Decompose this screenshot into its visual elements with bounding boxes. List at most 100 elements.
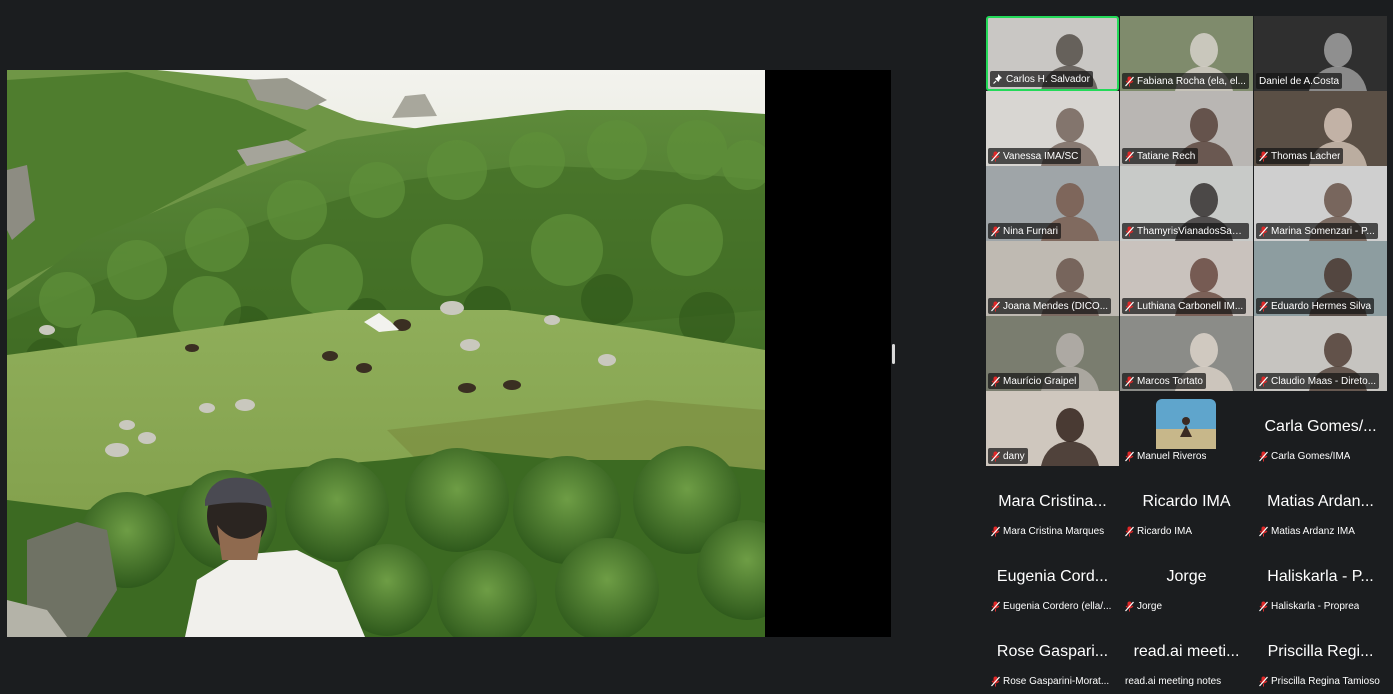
participant-name: Rose Gasparini-Morat... bbox=[1003, 675, 1110, 687]
participant-tile[interactable]: Claudio Maas - Direto... bbox=[1254, 316, 1387, 391]
mic-muted-icon bbox=[1125, 601, 1134, 612]
participant-name-label: Priscilla Regina Tamioso bbox=[1256, 673, 1383, 689]
mic-muted-icon bbox=[1125, 301, 1134, 312]
participant-tile[interactable]: Mara Cristina... Mara Cristina Marques bbox=[986, 466, 1119, 541]
mic-muted-icon bbox=[991, 226, 1000, 237]
mic-muted-icon bbox=[1125, 151, 1134, 162]
participant-tile[interactable]: Nina Furnari bbox=[986, 166, 1119, 241]
participant-tile[interactable]: Rose Gaspari... Rose Gasparini-Morat... bbox=[986, 616, 1119, 691]
participant-name: Claudio Maas - Direto... bbox=[1271, 375, 1377, 387]
participant-name-label: Nina Furnari bbox=[988, 223, 1062, 239]
participant-name-label: Fabiana Rocha (ela, el... bbox=[1122, 73, 1249, 89]
mic-muted-icon bbox=[1259, 526, 1268, 537]
participant-tile[interactable]: ThamyrisVianadosSant... bbox=[1120, 166, 1253, 241]
participant-name: Marina Somenzari - P... bbox=[1271, 225, 1375, 237]
mic-muted-icon bbox=[1259, 451, 1268, 462]
participant-tile[interactable]: Fabiana Rocha (ela, el... bbox=[1120, 16, 1253, 91]
participant-tile[interactable]: Thomas Lacher bbox=[1254, 91, 1387, 166]
participant-tile[interactable]: Manuel Riveros bbox=[1120, 391, 1253, 466]
participant-tile[interactable]: Marcos Tortato bbox=[1120, 316, 1253, 391]
mic-muted-icon bbox=[1125, 226, 1134, 237]
panel-resize-handle[interactable] bbox=[892, 344, 895, 364]
meeting-window: Carlos H. Salvador Fabiana Rocha (ela, el… bbox=[0, 0, 1393, 694]
participant-name-label: Tatiane Rech bbox=[1122, 148, 1199, 164]
participant-display-name: read.ai meeti... bbox=[1133, 643, 1240, 660]
participant-name-label: Manuel Riveros bbox=[1122, 448, 1209, 464]
mic-muted-icon bbox=[1125, 451, 1134, 462]
participant-name-label: Marcos Tortato bbox=[1122, 373, 1206, 389]
mic-muted-icon bbox=[1259, 676, 1268, 687]
participant-tile[interactable]: Ricardo IMA Ricardo IMA bbox=[1120, 466, 1253, 541]
participant-tile[interactable]: Eduardo Hermes Silva bbox=[1254, 241, 1387, 316]
pin-icon bbox=[993, 74, 1003, 84]
participant-tile[interactable]: Priscilla Regi... Priscilla Regina Tamios… bbox=[1254, 616, 1387, 691]
shared-screen[interactable] bbox=[7, 70, 891, 637]
participant-name-label: read.ai meeting notes bbox=[1122, 673, 1224, 689]
participant-name-label: Ricardo IMA bbox=[1122, 523, 1195, 539]
participant-tile[interactable]: Eugenia Cord... Eugenia Cordero (ella/... bbox=[986, 541, 1119, 616]
mic-muted-icon bbox=[1125, 526, 1134, 537]
participant-name: Priscilla Regina Tamioso bbox=[1271, 675, 1380, 687]
participant-tile[interactable]: read.ai meeti... read.ai meeting notes bbox=[1120, 616, 1253, 691]
participant-name: Jorge bbox=[1137, 600, 1163, 612]
participant-display-name: Haliskarla - P... bbox=[1267, 568, 1374, 585]
mic-muted-icon bbox=[991, 301, 1000, 312]
participant-name: Marcos Tortato bbox=[1137, 375, 1203, 387]
participant-name-label: Marina Somenzari - P... bbox=[1256, 223, 1378, 239]
participant-name-label: Luthiana Carbonell IM... bbox=[1122, 298, 1247, 314]
participant-name: Eugenia Cordero (ella/... bbox=[1003, 600, 1112, 612]
participant-name-label: Rose Gasparini-Morat... bbox=[988, 673, 1112, 689]
participant-name: ThamyrisVianadosSant... bbox=[1137, 225, 1246, 237]
participant-display-name: Rose Gaspari... bbox=[996, 643, 1109, 660]
participant-name: Carlos H. Salvador bbox=[1006, 73, 1090, 85]
mic-muted-icon bbox=[1259, 226, 1268, 237]
participant-tile[interactable]: Matias Ardan... Matias Ardanz IMA bbox=[1254, 466, 1387, 541]
participant-name: read.ai meeting notes bbox=[1125, 675, 1222, 687]
participant-name: Thomas Lacher bbox=[1271, 150, 1341, 162]
mic-muted-icon bbox=[1125, 76, 1134, 87]
participant-tile[interactable]: Marina Somenzari - P... bbox=[1254, 166, 1387, 241]
participant-tile[interactable]: Luthiana Carbonell IM... bbox=[1120, 241, 1253, 316]
participant-name-label: Matias Ardanz IMA bbox=[1256, 523, 1358, 539]
participant-tile[interactable]: Haliskarla - P... Haliskarla - Proprea bbox=[1254, 541, 1387, 616]
participant-name-label: Mara Cristina Marques bbox=[988, 523, 1107, 539]
participant-name: Daniel de A.Costa bbox=[1259, 75, 1340, 87]
participant-tile[interactable]: Jorge Jorge bbox=[1120, 541, 1253, 616]
mic-muted-icon bbox=[991, 151, 1000, 162]
participant-name: Ricardo IMA bbox=[1137, 525, 1193, 537]
participant-tile[interactable]: Maurício Graipel bbox=[986, 316, 1119, 391]
participant-display-name: Carla Gomes/... bbox=[1264, 418, 1377, 435]
mic-muted-icon bbox=[1125, 376, 1134, 387]
participant-name: Manuel Riveros bbox=[1137, 450, 1207, 462]
participant-display-name: Mara Cristina... bbox=[998, 493, 1107, 510]
participant-tile[interactable]: Carlos H. Salvador bbox=[986, 16, 1119, 91]
participant-name-label: Daniel de A.Costa bbox=[1256, 73, 1343, 89]
mic-muted-icon bbox=[991, 676, 1000, 687]
mic-muted-icon bbox=[991, 451, 1000, 462]
participant-tile[interactable]: Carla Gomes/... Carla Gomes/IMA bbox=[1254, 391, 1387, 466]
participant-name: Vanessa IMA/SC bbox=[1003, 150, 1079, 162]
mic-muted-icon bbox=[1259, 301, 1268, 312]
participant-name-label: ThamyrisVianadosSant... bbox=[1122, 223, 1249, 239]
participant-name-label: Jorge bbox=[1122, 598, 1165, 614]
participant-tile[interactable]: Tatiane Rech bbox=[1120, 91, 1253, 166]
participant-display-name: Priscilla Regi... bbox=[1267, 643, 1374, 660]
participant-name: Matias Ardanz IMA bbox=[1271, 525, 1355, 537]
participant-name: Nina Furnari bbox=[1003, 225, 1059, 237]
participant-display-name: Eugenia Cord... bbox=[996, 568, 1109, 585]
participant-tile[interactable]: Daniel de A.Costa bbox=[1254, 16, 1387, 91]
mic-muted-icon bbox=[991, 376, 1000, 387]
participant-tile[interactable]: dany bbox=[986, 391, 1119, 466]
participant-tile[interactable]: Vanessa IMA/SC bbox=[986, 91, 1119, 166]
participant-name: Carla Gomes/IMA bbox=[1271, 450, 1351, 462]
participant-name-label: Eduardo Hermes Silva bbox=[1256, 298, 1375, 314]
participant-tile[interactable]: Joana Mendes (DICO... bbox=[986, 241, 1119, 316]
participant-name-label: Maurício Graipel bbox=[988, 373, 1080, 389]
participant-name-label: Eugenia Cordero (ella/... bbox=[988, 598, 1114, 614]
mic-muted-icon bbox=[991, 526, 1000, 537]
participant-name: Maurício Graipel bbox=[1003, 375, 1077, 387]
participant-display-name: Matias Ardan... bbox=[1267, 493, 1374, 510]
participant-name: Mara Cristina Marques bbox=[1003, 525, 1105, 537]
participant-name: dany bbox=[1003, 450, 1025, 462]
participant-name: Luthiana Carbonell IM... bbox=[1137, 300, 1244, 312]
